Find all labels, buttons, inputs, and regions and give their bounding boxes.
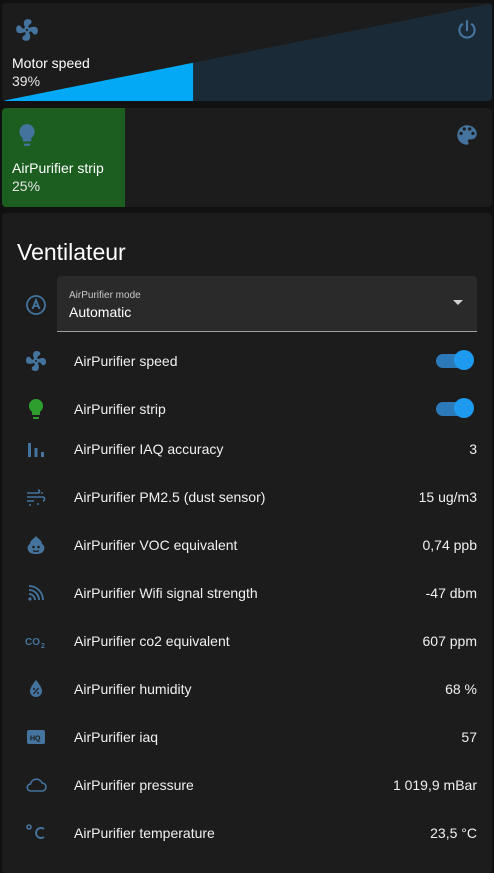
- entity-row-iaq[interactable]: HQ AirPurifier iaq 57: [2, 717, 492, 757]
- motor-speed-ramp: [2, 3, 492, 101]
- entity-row-iaq-accuracy[interactable]: AirPurifier IAQ accuracy 3: [2, 429, 492, 469]
- entity-row-co2[interactable]: CO 2 AirPurifier co2 equivalent 607 ppm: [2, 621, 492, 661]
- entity-value: 3: [469, 441, 477, 457]
- select-label: AirPurifier mode: [69, 290, 141, 301]
- select-value: Automatic: [69, 304, 132, 320]
- svg-text:HQ: HQ: [30, 736, 41, 743]
- entity-label: AirPurifier speed: [74, 353, 178, 369]
- entity-label: AirPurifier VOC equivalent: [74, 537, 238, 553]
- entity-label: AirPurifier iaq: [74, 729, 159, 745]
- entity-value: 1 019,9 mBar: [392, 777, 477, 793]
- cloud-icon: [26, 778, 47, 792]
- entity-label: AirPurifier pressure: [74, 777, 194, 793]
- fan-auto-icon: [26, 295, 46, 315]
- entity-row-humidity[interactable]: AirPurifier humidity 68 %: [2, 669, 492, 709]
- svg-text:2: 2: [41, 643, 45, 650]
- tile-name: AirPurifier strip: [12, 160, 104, 176]
- entity-row-temperature[interactable]: AirPurifier temperature 23,5 °C: [2, 813, 492, 853]
- lightbulb-icon: [19, 124, 35, 146]
- airpurifier-mode-select[interactable]: AirPurifier mode Automatic: [57, 276, 477, 332]
- entity-row-voc[interactable]: AirPurifier VOC equivalent 0,74 ppb: [2, 525, 492, 565]
- entity-row-strip[interactable]: AirPurifier strip: [2, 389, 492, 429]
- tile-name: Motor speed: [12, 55, 90, 71]
- entity-row-wifi[interactable]: AirPurifier Wifi signal strength -47 dbm: [2, 573, 492, 613]
- power-icon[interactable]: [454, 17, 480, 43]
- svg-text:CO: CO: [25, 637, 40, 648]
- hq-icon: HQ: [27, 730, 45, 744]
- entity-row-pm25[interactable]: AirPurifier PM2.5 (dust sensor) 15 ug/m3: [2, 477, 492, 517]
- humidity-icon: [30, 680, 42, 697]
- tile-state: 39%: [12, 73, 41, 89]
- entity-row-speed[interactable]: AirPurifier speed: [2, 341, 492, 381]
- fan-icon: [16, 19, 38, 41]
- speed-toggle[interactable]: [436, 350, 474, 370]
- entity-value: 68 %: [445, 681, 477, 697]
- co2-icon: CO 2: [25, 637, 45, 650]
- voc-icon: [27, 536, 45, 554]
- entity-label: AirPurifier strip: [74, 401, 166, 417]
- entity-value: 23,5 °C: [430, 825, 477, 841]
- entity-label: AirPurifier humidity: [74, 681, 192, 697]
- entity-value: 0,74 ppb: [422, 537, 478, 553]
- chevron-down-icon[interactable]: [453, 300, 463, 305]
- palette-icon[interactable]: [454, 122, 480, 148]
- ventilateur-card: Ventilateur AirPurifier mode Automatic A…: [2, 213, 492, 873]
- fan-icon: [26, 351, 47, 371]
- wifi-icon: [28, 585, 44, 601]
- card-title: Ventilateur: [17, 239, 126, 265]
- entity-value: 15 ug/m3: [418, 489, 477, 505]
- entity-label: AirPurifier PM2.5 (dust sensor): [74, 489, 266, 505]
- entity-row-pressure[interactable]: AirPurifier pressure 1 019,9 mBar: [2, 765, 492, 805]
- airpurifier-strip-tile[interactable]: AirPurifier strip 25%: [2, 108, 492, 207]
- thermometer-icon: [26, 824, 45, 839]
- entity-label: AirPurifier temperature: [74, 825, 215, 841]
- entity-value: -47 dbm: [425, 585, 477, 601]
- entity-label: AirPurifier IAQ accuracy: [74, 441, 224, 457]
- entity-value: 57: [461, 729, 477, 745]
- motor-speed-tile[interactable]: Motor speed 39%: [2, 3, 492, 101]
- tile-state: 25%: [12, 178, 41, 194]
- entity-label: AirPurifier co2 equivalent: [74, 633, 230, 649]
- entity-value: 607 ppm: [422, 633, 477, 649]
- entity-label: AirPurifier Wifi signal strength: [74, 585, 258, 601]
- strip-toggle[interactable]: [436, 398, 474, 418]
- bar-chart-icon: [28, 443, 44, 457]
- dust-icon: [27, 489, 46, 506]
- lightbulb-icon: [29, 399, 43, 419]
